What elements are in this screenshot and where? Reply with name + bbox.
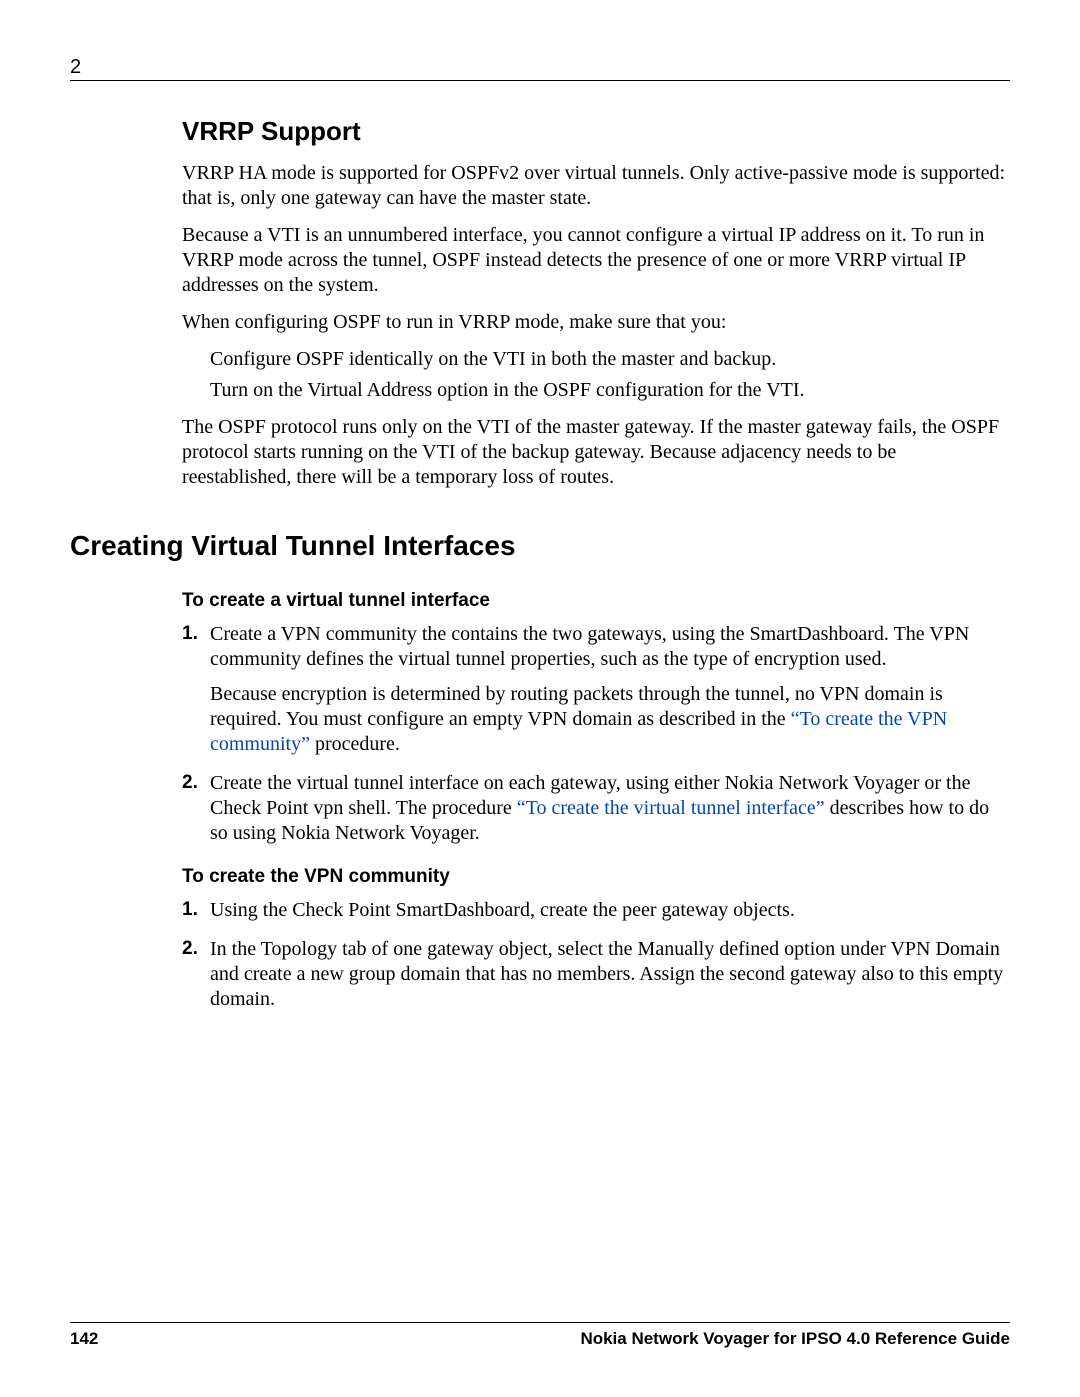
proc2-steps: 1. Using the Check Point SmartDashboard,… [182,898,1010,1012]
vrrp-paragraph-4: The OSPF protocol runs only on the VTI o… [182,415,1010,490]
content-area: VRRP Support VRRP HA mode is supported f… [70,84,1010,1012]
running-header: 2 [70,56,1010,84]
proc1-step1-sub-after: procedure. [310,733,400,755]
vrrp-bullet-list: Configure OSPF identically on the VTI in… [182,347,1010,403]
proc1-title: To create a virtual tunnel interface [182,590,1010,612]
step-number: 2. [182,771,198,795]
running-footer: 142 Nokia Network Voyager for IPSO 4.0 R… [70,1322,1010,1349]
proc2-step-1: 1. Using the Check Point SmartDashboard,… [182,898,1010,923]
proc2-step2-text: In the Topology tab of one gateway objec… [210,938,1003,1010]
vrrp-section: VRRP Support VRRP HA mode is supported f… [182,116,1010,490]
book-title: Nokia Network Voyager for IPSO 4.0 Refer… [580,1329,1010,1349]
link-create-vti[interactable]: “To create the virtual tunnel interface” [517,797,825,819]
footer-row: 142 Nokia Network Voyager for IPSO 4.0 R… [70,1329,1010,1349]
proc2-step1-text: Using the Check Point SmartDashboard, cr… [210,899,795,921]
vrrp-paragraph-2: Because a VTI is an unnumbered interface… [182,223,1010,298]
step-number: 1. [182,622,198,646]
vrrp-paragraph-1: VRRP HA mode is supported for OSPFv2 ove… [182,161,1010,211]
vrrp-heading: VRRP Support [182,116,1010,147]
proc1-steps: 1. Create a VPN community the contains t… [182,622,1010,846]
step-number: 1. [182,898,198,922]
footer-rule [70,1322,1010,1323]
proc1-step1-sub: Because encryption is determined by rout… [210,682,1010,757]
vrrp-paragraph-3: When configuring OSPF to run in VRRP mod… [182,310,1010,335]
page: 2 VRRP Support VRRP HA mode is supported… [0,0,1080,1397]
proc1-step-2: 2. Create the virtual tunnel interface o… [182,771,1010,846]
step-number: 2. [182,937,198,961]
proc1-step-1: 1. Create a VPN community the contains t… [182,622,1010,757]
page-number: 142 [70,1329,98,1349]
header-rule [70,80,1010,81]
vrrp-bullet-2: Turn on the Virtual Address option in th… [210,378,1010,403]
cvti-section: To create a virtual tunnel interface 1. … [182,590,1010,1012]
cvti-heading: Creating Virtual Tunnel Interfaces [70,530,1010,562]
chapter-number: 2 [70,56,81,79]
vrrp-bullet-1: Configure OSPF identically on the VTI in… [210,347,1010,372]
proc1-step1-text: Create a VPN community the contains the … [210,623,969,670]
proc2-title: To create the VPN community [182,866,1010,888]
proc2-step-2: 2. In the Topology tab of one gateway ob… [182,937,1010,1012]
